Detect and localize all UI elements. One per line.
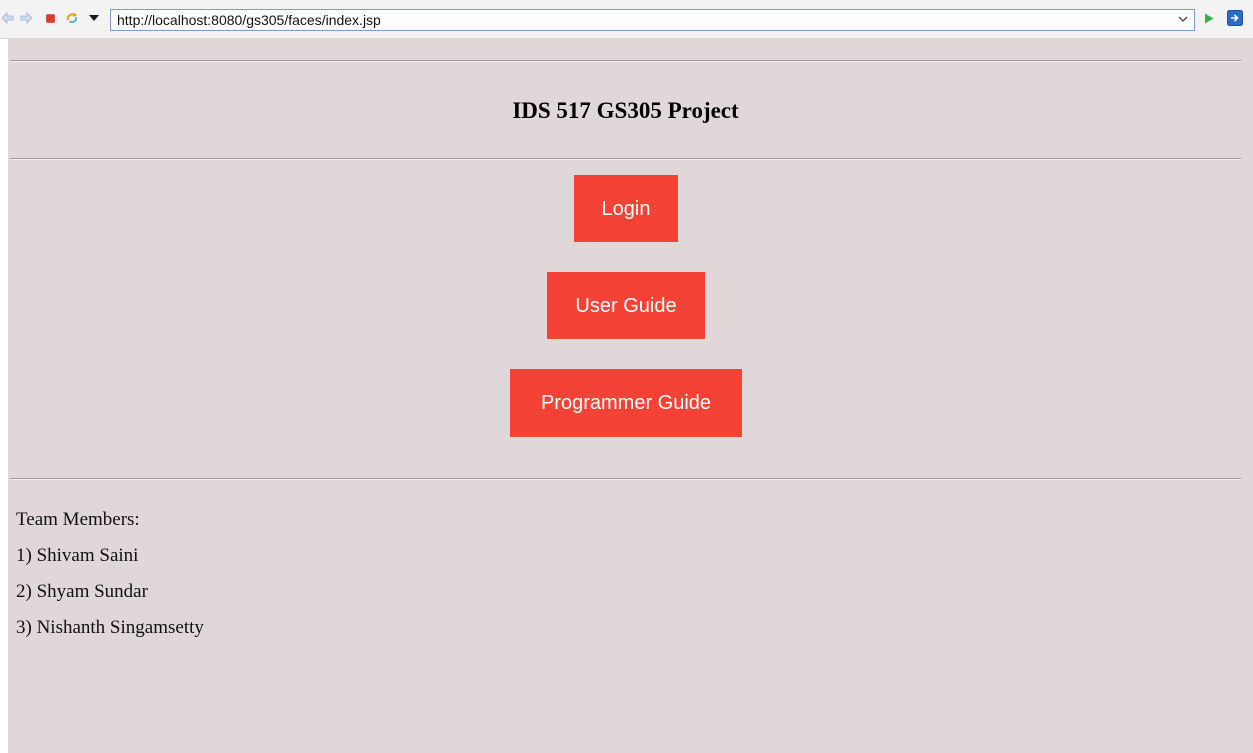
- login-button[interactable]: Login: [574, 175, 678, 242]
- header-divider: [10, 158, 1241, 160]
- refresh-icon[interactable]: [64, 10, 80, 26]
- url-dropdown-icon[interactable]: [1177, 12, 1191, 28]
- history-dropdown-icon[interactable]: [88, 10, 100, 26]
- team-member: 1) Shivam Saini: [16, 545, 139, 566]
- back-arrow-icon[interactable]: [1, 10, 15, 26]
- user-guide-button[interactable]: User Guide: [547, 272, 705, 339]
- go-icon[interactable]: [1202, 10, 1216, 26]
- page-body: IDS 517 GS305 Project Login User Guide P…: [8, 38, 1253, 753]
- browser-toolbar: [0, 0, 1253, 39]
- page-title: IDS 517 GS305 Project: [512, 98, 739, 123]
- top-divider: [10, 60, 1241, 62]
- address-bar[interactable]: [110, 9, 1195, 31]
- programmer-guide-button[interactable]: Programmer Guide: [510, 369, 742, 437]
- footer-divider: [10, 478, 1241, 480]
- team-members: Team Members: 1) Shivam Saini 2) Shyam S…: [16, 502, 204, 646]
- team-member: 3) Nishanth Singamsetty: [16, 617, 204, 638]
- stop-icon[interactable]: [44, 10, 56, 26]
- forward-arrow-icon[interactable]: [19, 10, 33, 26]
- team-member: 2) Shyam Sundar: [16, 581, 148, 602]
- team-heading: Team Members:: [16, 509, 140, 530]
- open-external-icon[interactable]: [1226, 10, 1244, 26]
